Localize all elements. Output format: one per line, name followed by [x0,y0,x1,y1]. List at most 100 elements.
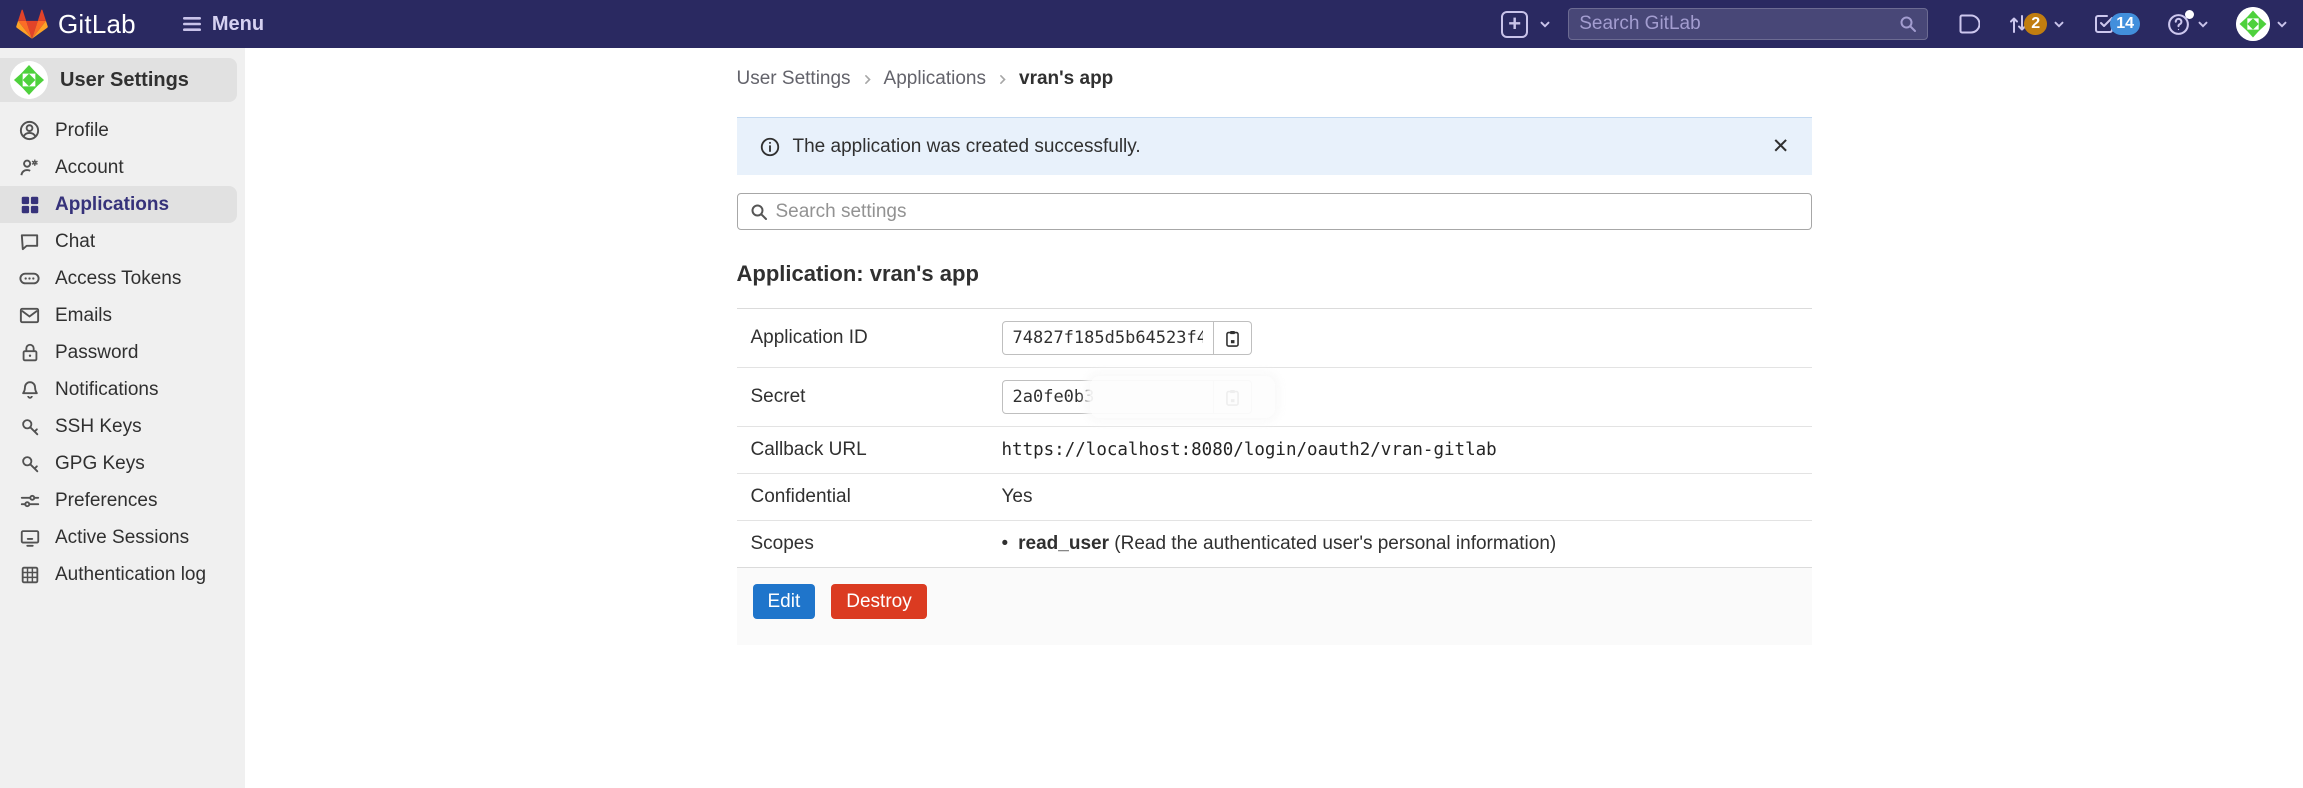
merge-requests-dropdown[interactable]: 2 [2006,12,2066,36]
sidebar-item-active-sessions[interactable]: Active Sessions [0,519,237,556]
sidebar-item-account[interactable]: Account [0,149,237,186]
chevron-right-icon [996,73,1009,86]
sidebar-item-label: Access Tokens [55,268,181,290]
plus-icon: + [1501,11,1528,38]
alert-message: The application was created successfully… [793,136,1141,158]
profile-icon [18,119,41,142]
sidebar-item-ssh-keys[interactable]: SSH Keys [0,408,237,445]
account-icon [18,156,41,179]
application-id-field[interactable] [1002,321,1214,355]
sidebar-item-emails[interactable]: Emails [0,297,237,334]
breadcrumb-applications[interactable]: Applications [884,68,986,90]
gitlab-app: GitLab Menu + [0,0,2303,788]
applications-icon [18,193,41,216]
page-title: Application: vran's app [737,261,1812,287]
todo-count-badge: 14 [2110,13,2140,35]
secret-group [1002,380,1252,414]
settings-sidebar: User Settings Profile Account Applicatio… [0,48,245,788]
top-navbar: GitLab Menu + [0,0,2303,48]
sidebar-item-label: GPG Keys [55,453,145,475]
main-content: User Settings Applications vran's app Th… [245,48,2303,788]
breadcrumb: User Settings Applications vran's app [737,48,1812,90]
sidebar-item-profile[interactable]: Profile [0,112,237,149]
help-dropdown[interactable] [2166,12,2210,37]
issues-icon[interactable] [1956,12,1980,36]
application-id-row: Application ID [737,309,1812,368]
sidebar-item-chat[interactable]: Chat [0,223,237,260]
bullet-icon: • [1002,533,1009,555]
sidebar-item-authentication-log[interactable]: Authentication log [0,556,237,593]
chevron-right-icon [861,73,874,86]
scope-description: (Read the authenticated user's personal … [1114,533,1556,554]
sidebar-item-preferences[interactable]: Preferences [0,482,237,519]
breadcrumb-current: vran's app [1019,68,1113,90]
menu-button[interactable]: Menu [180,12,264,36]
confidential-row: Confidential Yes [737,474,1812,521]
sidebar-item-label: Active Sessions [55,527,189,549]
copy-secret-button[interactable] [1214,380,1252,414]
chevron-down-icon [2275,17,2289,31]
sidebar-header-user-settings[interactable]: User Settings [0,58,237,102]
sidebar-item-gpg-keys[interactable]: GPG Keys [0,445,237,482]
application-id-group [1002,321,1252,355]
user-avatar [2236,7,2270,41]
new-item-dropdown[interactable]: + [1501,11,1552,38]
breadcrumb-user-settings[interactable]: User Settings [737,68,851,90]
sidebar-item-label: Password [55,342,138,364]
ssh-keys-icon [18,415,41,438]
callback-url-row: Callback URL https://localhost:8080/logi… [737,427,1812,474]
sidebar-item-label: SSH Keys [55,416,142,438]
edit-button[interactable]: Edit [753,584,816,619]
sidebar-item-label: Applications [55,194,169,216]
chevron-down-icon [2196,17,2210,31]
info-icon [759,136,781,158]
application-details-table: Application ID Secret [737,308,1812,567]
success-alert: The application was created successfully… [737,117,1812,175]
sidebar-item-label: Notifications [55,379,159,401]
scope-item: • read_user (Read the authenticated user… [1002,533,1812,555]
notifications-icon [18,378,41,401]
close-icon[interactable]: ✕ [1772,136,1790,157]
callback-url-value: https://localhost:8080/login/oauth2/vran… [1002,440,1812,460]
copy-application-id-button[interactable] [1214,321,1252,355]
gpg-keys-icon [18,452,41,475]
logo-wordmark: GitLab [58,9,136,40]
scopes-list: • read_user (Read the authenticated user… [1002,533,1812,555]
callback-url-label: Callback URL [751,439,1002,461]
search-icon [1899,15,1917,33]
scope-name: read_user [1018,533,1109,554]
settings-search[interactable] [737,193,1812,230]
actions-footer: Edit Destroy [737,567,1812,645]
sidebar-item-applications[interactable]: Applications [0,186,237,223]
tanuki-icon [16,9,48,39]
sidebar-item-label: Profile [55,120,109,142]
chevron-down-icon [1538,17,1552,31]
sidebar-item-notifications[interactable]: Notifications [0,371,237,408]
user-avatar [10,61,48,99]
confidential-value: Yes [1002,486,1812,508]
todos-button[interactable]: 14 [2092,12,2140,36]
scopes-label: Scopes [751,533,1002,555]
settings-search-input[interactable] [776,201,1799,223]
user-menu-dropdown[interactable] [2236,7,2289,41]
menu-label: Menu [212,13,264,36]
sidebar-item-label: Chat [55,231,95,253]
global-search-input[interactable] [1579,13,1899,35]
emails-icon [18,304,41,327]
secret-field[interactable] [1002,380,1214,414]
application-id-label: Application ID [751,327,1002,349]
sidebar-item-password[interactable]: Password [0,334,237,371]
chevron-down-icon [2052,17,2066,31]
password-icon [18,341,41,364]
gitlab-logo[interactable]: GitLab [16,9,136,40]
scopes-row: Scopes • read_user (Read the authenticat… [737,521,1812,567]
global-search[interactable] [1568,8,1928,40]
sidebar-item-label: Emails [55,305,112,327]
sidebar-item-access-tokens[interactable]: Access Tokens [0,260,237,297]
secret-label: Secret [751,386,1002,408]
access-tokens-icon [18,267,41,290]
sidebar-item-label: Authentication log [55,564,206,586]
merge-request-count-badge: 2 [2024,13,2047,35]
authentication-log-icon [18,563,41,586]
destroy-button[interactable]: Destroy [831,584,926,619]
